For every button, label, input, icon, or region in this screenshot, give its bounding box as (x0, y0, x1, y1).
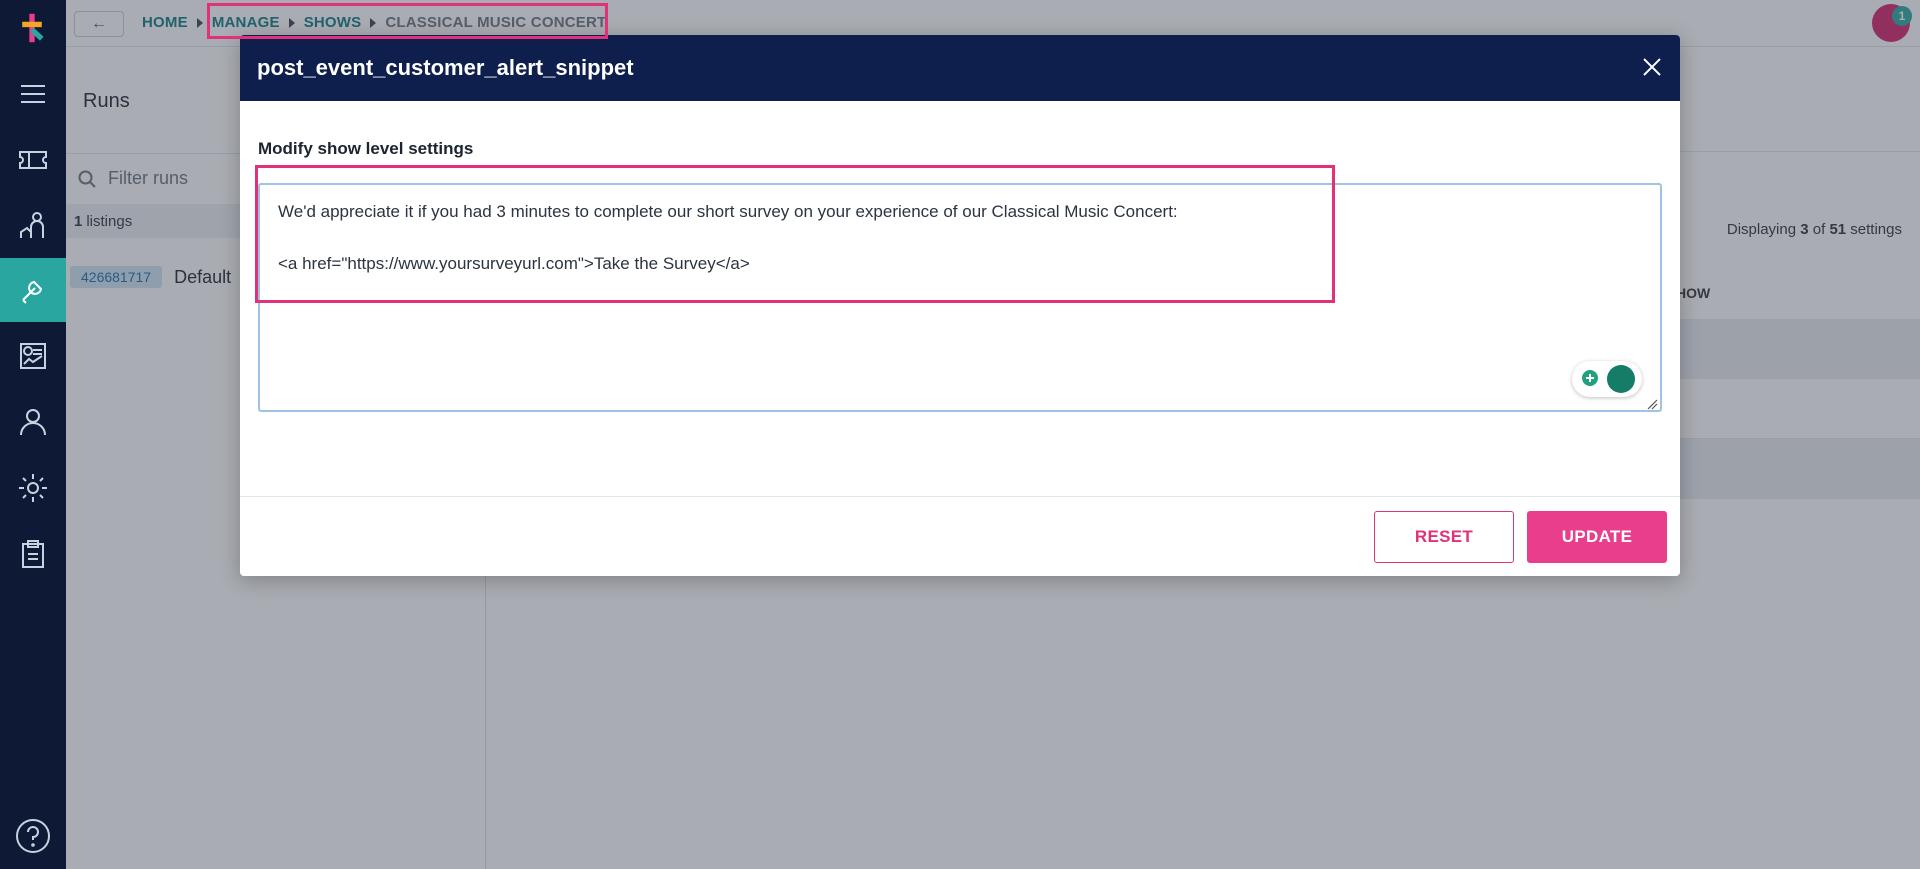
reports-icon[interactable] (0, 324, 66, 388)
customers-icon[interactable] (0, 194, 66, 258)
reset-button[interactable]: RESET (1374, 511, 1514, 563)
edit-setting-dialog: post_event_customer_alert_snippet Modify… (240, 35, 1680, 576)
setting-value-textarea[interactable]: We'd appreciate it if you had 3 minutes … (258, 183, 1662, 412)
resize-handle-icon[interactable] (1646, 398, 1658, 410)
settings-gear-icon[interactable] (0, 456, 66, 520)
assistant-logo-icon[interactable] (1607, 365, 1635, 393)
section-label: Modify show level settings (258, 139, 474, 158)
annotation-highlight (207, 3, 608, 39)
close-icon[interactable] (1640, 55, 1664, 79)
dialog-header: post_event_customer_alert_snippet (240, 35, 1680, 101)
update-button[interactable]: UPDATE (1527, 511, 1667, 563)
menu-icon[interactable] (0, 62, 66, 126)
writing-assistant-widget[interactable] (1572, 361, 1642, 397)
textarea-line-2: <a href="https://www.yoursurveyurl.com">… (278, 254, 750, 273)
ticket-icon[interactable] (0, 128, 66, 192)
textarea-blank-line (278, 225, 1642, 251)
clipboard-icon[interactable] (0, 522, 66, 586)
lightbulb-plus-icon[interactable] (1579, 368, 1601, 390)
textarea-line-1: We'd appreciate it if you had 3 minutes … (278, 202, 1178, 221)
manage-tools-icon[interactable] (0, 258, 66, 322)
user-icon[interactable] (0, 390, 66, 454)
help-icon[interactable] (14, 817, 52, 855)
dialog-title: post_event_customer_alert_snippet (257, 55, 634, 80)
divider (240, 496, 1680, 497)
left-rail (0, 0, 66, 869)
brand-logo-icon[interactable] (16, 12, 50, 48)
